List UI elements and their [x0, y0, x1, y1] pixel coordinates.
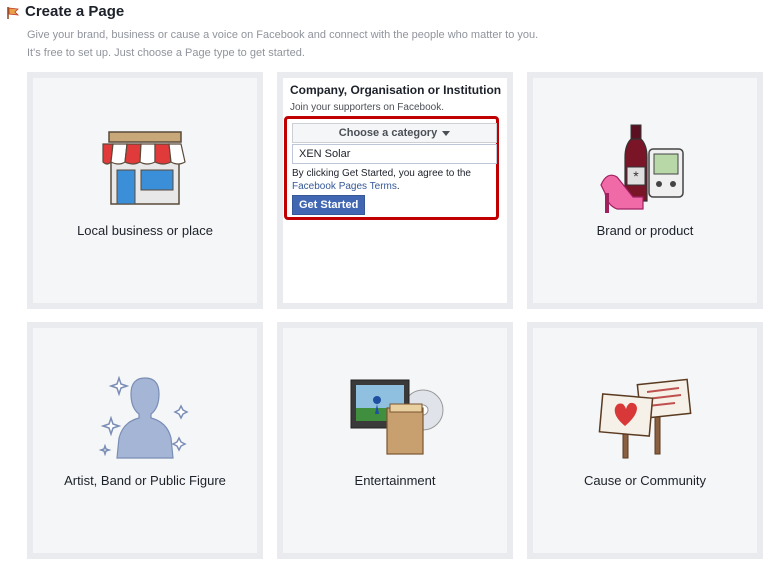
- tile-brand-product[interactable]: * Brand or product: [527, 72, 763, 309]
- tile-label: Local business or place: [77, 223, 213, 238]
- tile-label: Brand or product: [596, 223, 694, 238]
- tile-company-subtitle: Join your supporters on Facebook.: [290, 102, 444, 113]
- page-name-input[interactable]: [292, 144, 497, 164]
- tile-artist[interactable]: Artist, Band or Public Figure: [27, 322, 263, 559]
- chevron-down-icon: [442, 130, 451, 136]
- tile-label: Artist, Band or Public Figure: [64, 473, 226, 488]
- intro-text: Give your brand, business or cause a voi…: [27, 29, 539, 41]
- page-title: Create a Page: [25, 3, 125, 20]
- tile-label: Cause or Community: [583, 473, 707, 488]
- tile-cause-community[interactable]: Cause or Community: [527, 322, 763, 559]
- intro-subtext: It's free to set up. Just choose a Page …: [27, 47, 305, 59]
- tv-media-icon: [350, 379, 444, 455]
- category-select[interactable]: Choose a category: [292, 123, 497, 143]
- flag-icon: [7, 7, 20, 19]
- terms-link[interactable]: Facebook Pages Terms: [292, 181, 397, 192]
- tile-company: Company, Organisation or Institution Joi…: [277, 72, 513, 309]
- highlight-box: Choose a category By clicking Get Starte…: [284, 116, 499, 220]
- tile-company-title: Company, Organisation or Institution: [290, 83, 502, 97]
- get-started-button[interactable]: Get Started: [292, 195, 366, 215]
- protest-signs-icon: [598, 378, 692, 459]
- storefront-icon: [102, 131, 186, 205]
- tile-label: Entertainment: [354, 473, 436, 488]
- terms-text: By clicking Get Started, you agree to th…: [292, 167, 497, 193]
- terms-end: .: [396, 181, 400, 192]
- tile-local-business[interactable]: Local business or place: [27, 72, 263, 309]
- svg-text:*: *: [633, 168, 639, 184]
- terms-prefix: By clicking Get Started, you agree to th…: [292, 168, 471, 179]
- category-select-label: Choose a category: [338, 127, 438, 139]
- person-sparkles-icon: [98, 375, 189, 459]
- products-icon: *: [600, 124, 684, 213]
- tile-entertainment[interactable]: Entertainment: [277, 322, 513, 559]
